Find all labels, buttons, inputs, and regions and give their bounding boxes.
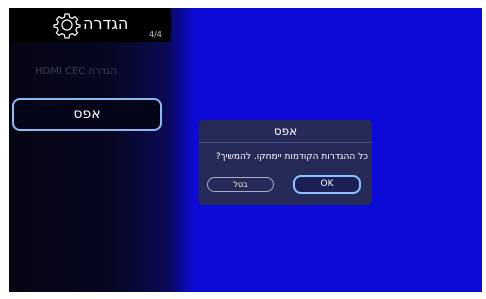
dialog-divider xyxy=(199,142,372,143)
page-title: הגדרה xyxy=(83,14,129,33)
dialog-title: אפס xyxy=(273,124,298,138)
ok-button[interactable]: OK xyxy=(293,175,361,194)
menu-item-reset[interactable]: אפס xyxy=(12,98,162,131)
dialog-message: כל ההגדרות הקודמות יימחקו. להמשיך? xyxy=(215,152,368,162)
menu-item-hdmi-cec[interactable]: הגדרת HDMI CEC xyxy=(35,66,117,77)
gear-icon xyxy=(53,11,81,43)
reset-dialog: אפס כל ההגדרות הקודמות יימחקו. להמשיך? ב… xyxy=(199,120,372,205)
cancel-button[interactable]: בטל xyxy=(207,177,274,192)
tv-screen: הגדרה 4/4 הגדרת HDMI CEC אפס אפס כל ההגד… xyxy=(9,8,482,292)
settings-panel: הגדרה 4/4 הגדרת HDMI CEC אפס xyxy=(9,8,195,292)
page-indicator: 4/4 xyxy=(149,30,162,39)
settings-header: הגדרה 4/4 xyxy=(9,8,171,42)
